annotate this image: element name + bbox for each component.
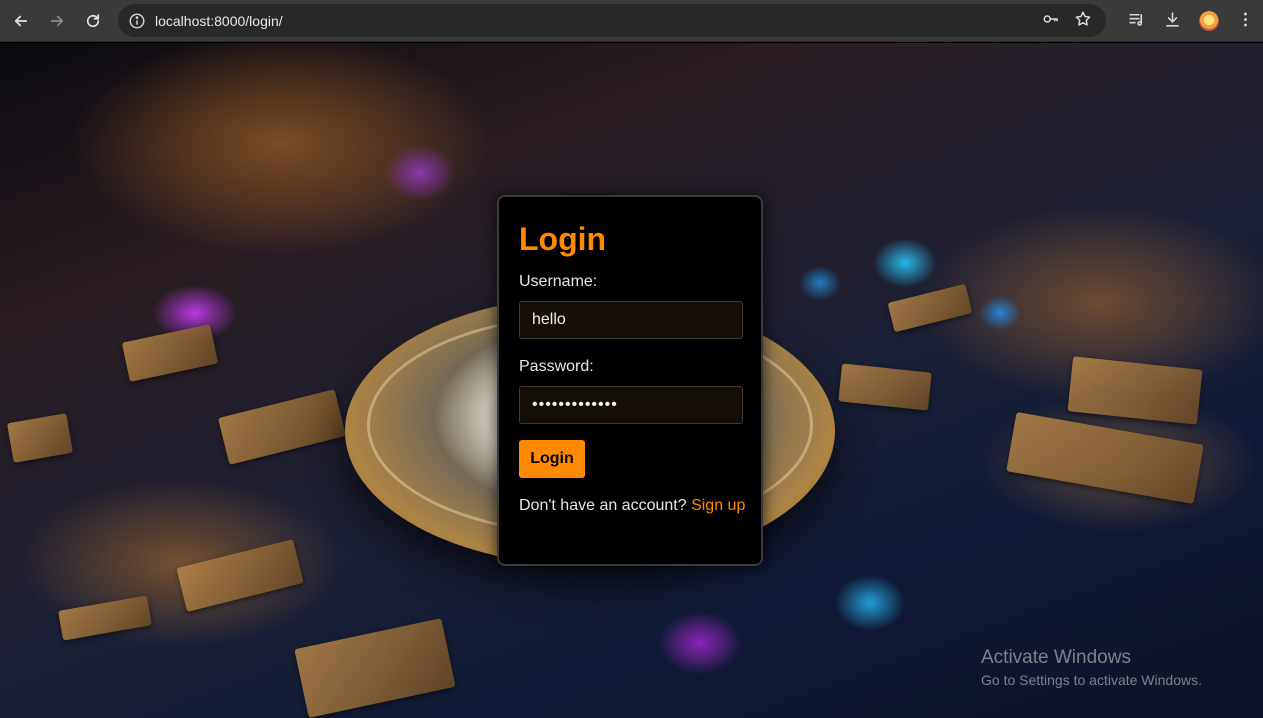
avatar[interactable] xyxy=(1199,11,1219,31)
background-chip xyxy=(838,363,932,411)
login-title: Login xyxy=(519,221,607,257)
login-button[interactable]: Login xyxy=(519,440,585,478)
username-label: Username: xyxy=(519,273,598,290)
browser-toolbar: localhost:8000/login/ xyxy=(0,0,1263,42)
url-text[interactable]: localhost:8000/login/ xyxy=(155,13,283,29)
background-chip xyxy=(58,595,152,641)
background-chip xyxy=(887,283,973,333)
signup-link[interactable]: Sign up xyxy=(691,497,745,514)
arrow-right-icon[interactable] xyxy=(41,5,73,37)
reload-icon[interactable] xyxy=(77,5,109,37)
signup-prompt: Don't have an account? xyxy=(519,497,687,514)
star-icon[interactable] xyxy=(1074,10,1092,32)
signup-line: Don't have an account? Sign up xyxy=(519,497,745,515)
login-card: Login Username: Password: Login Don't ha… xyxy=(497,195,763,566)
password-label: Password: xyxy=(519,358,594,375)
address-bar[interactable]: localhost:8000/login/ xyxy=(118,4,1106,37)
download-icon[interactable] xyxy=(1163,10,1182,33)
background-chip xyxy=(121,324,219,382)
background-chip xyxy=(217,389,347,465)
background-chip xyxy=(6,413,74,463)
info-icon[interactable] xyxy=(128,12,146,30)
watermark-subtitle: Go to Settings to activate Windows. xyxy=(981,672,1202,688)
watermark-title: Activate Windows xyxy=(981,647,1131,668)
windows-activation-watermark: Activate Windows Go to Settings to activ… xyxy=(981,646,1202,690)
background-chip xyxy=(1006,411,1204,505)
password-input[interactable] xyxy=(519,386,743,424)
arrow-left-icon[interactable] xyxy=(5,5,37,37)
background-chip xyxy=(1067,356,1203,425)
background-chip xyxy=(176,539,304,612)
username-input[interactable] xyxy=(519,301,743,339)
reading-list-icon[interactable] xyxy=(1127,10,1146,33)
background-chip xyxy=(294,618,456,718)
kebab-menu-icon[interactable] xyxy=(1236,10,1255,33)
key-icon[interactable] xyxy=(1042,10,1060,32)
